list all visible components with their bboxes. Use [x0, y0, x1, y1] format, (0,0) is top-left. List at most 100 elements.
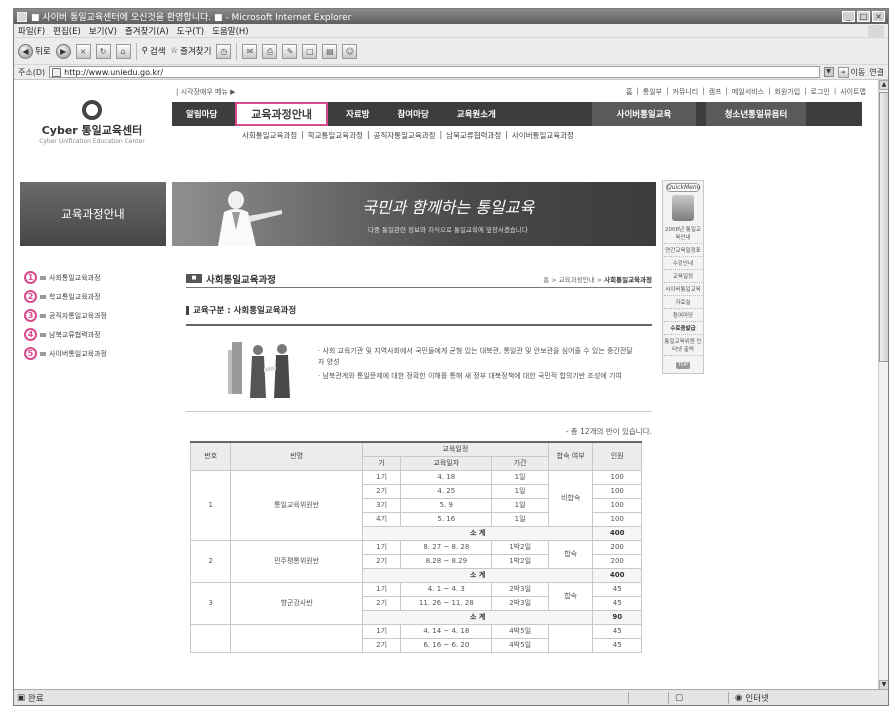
cell-dates: 8. 27 ~ 8. 28	[400, 539, 493, 555]
util-link-login[interactable]: 로그인	[811, 87, 830, 97]
stop-icon[interactable]: ×	[75, 43, 91, 59]
hero-banner: 국민과 함께하는 통일교육 다중 통일관련 정보와 지식으로 통일교육에 앞장서…	[172, 182, 656, 246]
maximize-button[interactable]: □	[857, 11, 870, 22]
quick-item-participate[interactable]: 참여마당	[664, 309, 702, 322]
quick-item-enrollment[interactable]: 수강안내	[664, 257, 702, 270]
print-icon[interactable]: ⎙	[262, 43, 278, 59]
col-header-period: 기간	[491, 455, 549, 471]
back-label: 뒤로	[35, 47, 51, 57]
refresh-icon[interactable]: ↻	[95, 43, 111, 59]
gnb-notice[interactable]: 알림마당	[172, 102, 231, 126]
cell-dates: 8.28 ~ 8.29	[400, 553, 493, 569]
quick-item-print[interactable]: 통일교육위원 인터넷 출력	[664, 335, 702, 356]
util-link-sitemap[interactable]: 사이트맵	[840, 87, 866, 97]
messenger-icon[interactable]: ☺	[342, 43, 358, 59]
cell-quota: 45	[592, 637, 642, 653]
sidebar-item-cyber[interactable]: 5 사이버통일교육과정	[24, 344, 164, 363]
address-input[interactable]: http://www.uniedu.go.kr/	[49, 66, 820, 78]
scroll-thumb[interactable]	[879, 92, 888, 362]
main-content: ■ 사회통일교육과정 홈 > 교육과정안내 > 사회통일교육과정 교육구분 : …	[186, 270, 652, 653]
history-icon[interactable]: ◷	[216, 43, 232, 59]
number-badge: 1	[24, 271, 37, 284]
course-intro: · 사회 교육기관 및 지역사회에서 국민들에게 균형 있는 대북관, 통일관 …	[186, 324, 652, 412]
util-link-community[interactable]: 커뮤니티	[672, 87, 698, 97]
cell-quota: 100	[592, 511, 642, 527]
menu-view[interactable]: 보기(V)	[89, 25, 117, 37]
breadcrumb-path[interactable]: 홈 > 교육과정안내 >	[543, 276, 604, 284]
gnb-participate[interactable]: 참여마당	[383, 102, 442, 126]
util-link-join[interactable]: 회원가입	[774, 87, 800, 97]
gnb-courses[interactable]: 교육과정안내	[235, 102, 329, 126]
menu-favorites[interactable]: 즐겨찾기(A)	[125, 25, 169, 37]
subnav-cyber[interactable]: 사이버통일교육과정	[512, 130, 574, 141]
quick-item-cyber[interactable]: 사이버통일교육	[664, 283, 702, 296]
subtotal-label: 소 계	[361, 525, 594, 541]
go-button[interactable]: ➜ 이동	[837, 66, 865, 78]
address-url: http://www.uniedu.go.kr/	[64, 67, 164, 77]
banner-slogan: 국민과 함께하는 통일교육	[362, 198, 535, 217]
title-bar: ■ 사이버 통일교육센터에 오신것을 환영합니다. ■ - Microsoft …	[14, 9, 888, 24]
subtotal-value: 400	[592, 567, 642, 583]
address-dropdown-icon[interactable]: ▼	[823, 67, 834, 77]
sidebar-item-officials[interactable]: 3 공직자통일교육과정	[24, 306, 164, 325]
menu-tools[interactable]: 도구(T)	[177, 25, 204, 37]
bullet-icon	[40, 294, 46, 299]
mail-icon[interactable]: ✉	[242, 43, 258, 59]
cell-period: 1일	[491, 483, 549, 499]
bullet-icon	[40, 313, 46, 318]
course-description: · 사회 교육기관 및 지역사회에서 국민들에게 균형 있는 대북관, 통일관 …	[318, 346, 638, 385]
subnav-social[interactable]: 사회통일교육과정	[242, 130, 297, 141]
table-row: 3 향군강사반 1기 4. 1 ~ 4. 3 2박3일 합숙 45	[189, 581, 642, 625]
home-icon[interactable]: ⌂	[115, 43, 131, 59]
quick-item-guide[interactable]: 2008년 통일교육안내	[664, 223, 702, 244]
forward-button[interactable]: ▶	[55, 43, 71, 59]
util-link-home[interactable]: 홈	[626, 87, 632, 97]
gnb-resources[interactable]: 자료방	[332, 102, 383, 126]
subtotal-label: 소 계	[361, 567, 594, 583]
menu-edit[interactable]: 편집(E)	[53, 25, 81, 37]
sidebar-item-social[interactable]: 1 사회통일교육과정	[24, 268, 164, 287]
search-label: 검색	[149, 47, 166, 57]
cell-lodging	[547, 623, 594, 653]
site-logo[interactable]: Cyber 통일교육센터 Cyber Unification Education…	[18, 84, 166, 145]
quick-item-schedule[interactable]: 교육일정	[664, 270, 702, 283]
quick-item-archive[interactable]: 자료실	[664, 296, 702, 309]
gnb-about[interactable]: 교육원소개	[443, 102, 510, 126]
cell-quota: 45	[592, 595, 642, 611]
cell-quota: 200	[592, 539, 642, 555]
accessibility-menu-link[interactable]: | 시각장애우 메뉴 ▶	[176, 87, 236, 97]
minimize-button[interactable]: _	[842, 11, 855, 22]
scroll-up-icon[interactable]: ▲	[879, 80, 888, 90]
subnav-school[interactable]: 학교통일교육과정	[308, 130, 363, 141]
zone-label: 인터넷	[745, 693, 769, 704]
vertical-scrollbar[interactable]: ▲ ▼	[878, 80, 888, 690]
favorites-button[interactable]: ☆ 즐겨찾기	[171, 45, 212, 57]
close-button[interactable]: ×	[872, 11, 885, 22]
cell-lodging: 합숙	[547, 539, 594, 569]
menu-help[interactable]: 도움말(H)	[212, 25, 248, 37]
util-link-camp[interactable]: 캠프	[709, 87, 722, 97]
discuss-icon[interactable]: □	[302, 43, 318, 59]
util-link-ministry[interactable]: 통일부	[643, 87, 662, 97]
research-icon[interactable]: ▤	[322, 43, 338, 59]
page-icon	[52, 67, 62, 77]
globe-icon: ◉	[735, 692, 743, 703]
sidebar-item-exchange[interactable]: 4 남북교류협력과정	[24, 325, 164, 344]
gnb-youth-unification[interactable]: 청소년통일뮤음터	[706, 102, 806, 126]
sidebar-menu: 1 사회통일교육과정 2 학교통일교육과정 3 공직자통일교육과정 4 남북교류…	[24, 268, 164, 363]
subnav-officials[interactable]: 공직자통일교육과정	[373, 130, 435, 141]
menu-file[interactable]: 파일(F)	[18, 25, 45, 37]
search-button[interactable]: ⚲ 검색	[142, 45, 166, 57]
sub-nav: 사회통일교육과정 | 학교통일교육과정 | 공직자통일교육과정 | 남북교류협력과정 |…	[242, 130, 574, 141]
cell-period: 1일	[491, 469, 549, 485]
quick-item-annual-schedule[interactable]: 연간교육일정표	[664, 244, 702, 257]
sidebar-item-school[interactable]: 2 학교통일교육과정	[24, 287, 164, 306]
subnav-exchange[interactable]: 남북교류협력과정	[446, 130, 501, 141]
edit-icon[interactable]: ✎	[282, 43, 298, 59]
gnb-cyber-education[interactable]: 사이버통일교육	[592, 102, 696, 126]
quick-item-certificate[interactable]: 수료증발급	[664, 322, 702, 335]
util-link-mail[interactable]: 메일서비스	[732, 87, 764, 97]
back-button[interactable]: ◀ 뒤로	[18, 43, 51, 59]
links-button[interactable]: 연결	[869, 67, 884, 78]
top-button[interactable]: TOP	[676, 362, 690, 369]
